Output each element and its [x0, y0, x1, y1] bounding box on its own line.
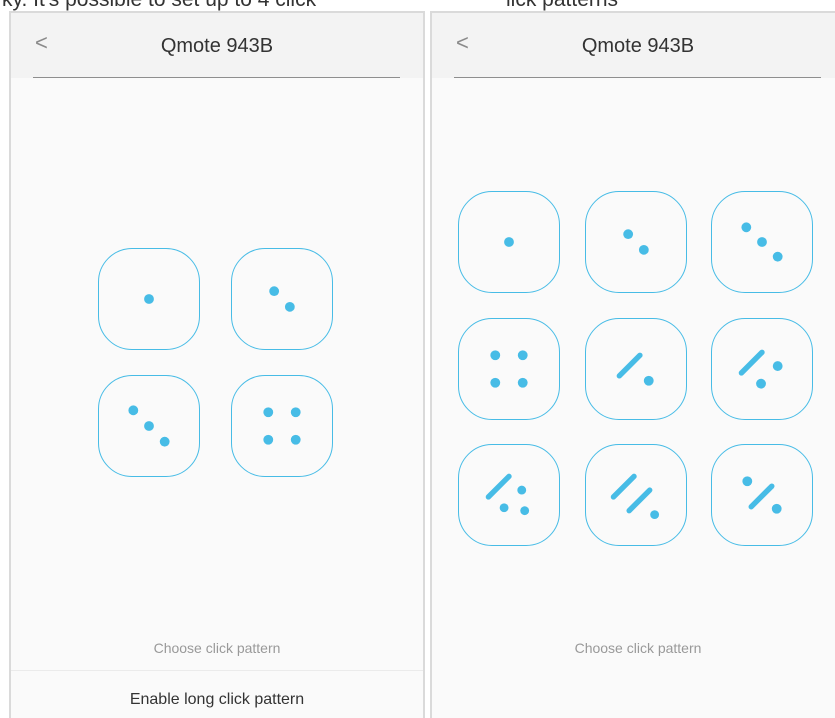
header-divider [454, 77, 821, 78]
dot-dash-dot-icon [742, 476, 782, 514]
app-header: < Qmote 943B [432, 13, 835, 78]
pattern-tile-1-click[interactable] [458, 191, 560, 293]
dash-three-dots-icon [485, 473, 530, 516]
page-title: Qmote 943B [581, 35, 695, 57]
choose-pattern-hint: Choose click pattern [153, 640, 281, 656]
pattern-tile-3-clicks[interactable] [711, 191, 813, 293]
two-dashes-dot-icon [610, 473, 660, 520]
pattern-tile-long-2-clicks[interactable] [711, 318, 813, 420]
pattern-tile-4-clicks[interactable] [231, 375, 333, 477]
pattern-tile-3-clicks[interactable] [98, 375, 200, 477]
caption-left: ky. It's possible to set up to 4 click [2, 0, 316, 11]
four-dots-icon [263, 407, 301, 445]
three-dots-icon [741, 222, 783, 262]
enable-long-click-button[interactable]: Enable long click pattern [11, 670, 423, 718]
choose-pattern-hint: Choose click pattern [574, 640, 702, 656]
pattern-tile-long-3-clicks[interactable] [458, 444, 560, 546]
two-dots-icon [623, 229, 649, 255]
pattern-tile-1-click[interactable] [98, 248, 200, 350]
dash-two-dots-icon [738, 349, 783, 389]
two-dots-icon [269, 286, 295, 312]
header-divider [33, 77, 400, 78]
four-dots-icon [490, 350, 528, 388]
one-dot-icon [504, 237, 514, 247]
one-dot-icon [144, 294, 154, 304]
top-caption-strip: ky. It's possible to set up to 4 click l… [0, 0, 835, 11]
caption-right: lick patterns [506, 0, 618, 11]
page-title: Qmote 943B [160, 35, 274, 57]
enable-long-click-label: Enable long click pattern [129, 691, 305, 708]
app-header: < Qmote 943B [11, 13, 423, 78]
pattern-tile-long-1-click[interactable] [585, 318, 687, 420]
dash-dot-icon [616, 352, 654, 386]
screen-right: < Qmote 943B Choose click pattern [430, 11, 835, 718]
screen-left: < Qmote 943B Choose click pattern Enable… [9, 11, 425, 718]
pattern-tile-2-long-1-click[interactable] [585, 444, 687, 546]
pattern-tile-4-clicks[interactable] [458, 318, 560, 420]
pattern-tile-2-clicks[interactable] [231, 248, 333, 350]
pattern-tile-click-long-click[interactable] [711, 444, 813, 546]
pattern-tile-2-clicks[interactable] [585, 191, 687, 293]
three-dots-icon [128, 405, 170, 447]
